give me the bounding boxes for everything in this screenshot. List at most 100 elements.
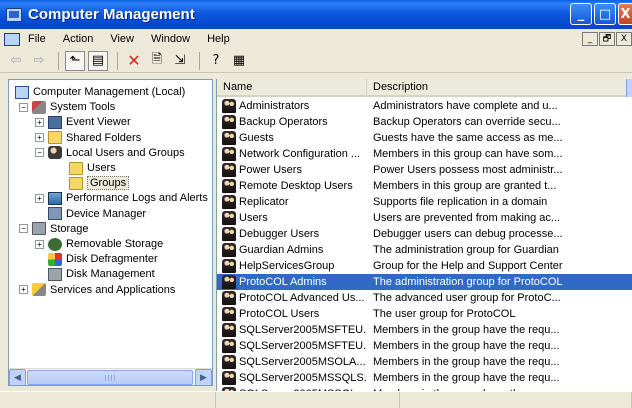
window-title: Computer Management [28,6,195,23]
delete-icon[interactable]: ✕ [124,51,144,71]
collapse-icon[interactable]: − [19,224,28,234]
column-header-description[interactable]: Description [367,79,627,95]
close-button[interactable]: X [618,3,632,25]
list-row[interactable]: SQLServer2005MSFTEU... Members in the gro… [217,322,632,338]
storage-icon [32,222,46,236]
tools-icon [32,100,46,114]
scroll-thumb[interactable] [27,370,193,385]
name-cell: Backup Operators [217,115,367,129]
toolbar: ⇦ ⇨ ⬑ ▤ ✕ 🗎 ⇲ ? ▦ [0,49,632,73]
name-cell: Users [217,211,367,225]
menu-action[interactable]: Action [63,33,94,45]
up-one-level-icon[interactable]: ⬑ [65,50,85,71]
group-icon [222,259,236,273]
list-row[interactable]: Remote Desktop Users Members in this grou… [217,178,632,194]
back-arrow-icon[interactable]: ⇦ [6,51,26,71]
name-cell: Guests [217,131,367,145]
group-icon [222,371,236,385]
group-icon [222,323,236,337]
group-description: Members in the group have the requ... [373,324,560,336]
list-row[interactable]: Users Users are prevented from making ac.… [217,210,632,226]
group-description: Users are prevented from making ac... [373,212,561,224]
menu-window[interactable]: Window [151,33,190,45]
window-controls: _ □ X [570,3,632,25]
list-row[interactable]: Replicator Supports file replication in a… [217,194,632,210]
minimize-button[interactable]: _ [570,3,592,25]
expand-icon[interactable]: + [35,193,44,203]
tree-item[interactable]: Users [69,160,116,176]
maximize-button[interactable]: □ [594,3,616,25]
group-icon [222,99,236,113]
menu-help[interactable]: Help [207,33,230,45]
name-cell: Administrators [217,99,367,113]
list-row[interactable]: SQLServer2005MSFTEU... Members in the gro… [217,338,632,354]
list-row[interactable]: Power Users Power Users possess most admi… [217,162,632,178]
list-row[interactable]: Backup Operators Backup Operators can ove… [217,114,632,130]
tree-item-label: Storage [50,222,89,235]
expand-icon[interactable]: + [19,285,28,295]
tree-item[interactable]: + Performance Logs and Alerts [35,190,208,206]
list-row[interactable]: Debugger Users Debugger users can debug p… [217,226,632,242]
export-list-icon[interactable]: ⇲ [170,51,190,71]
device-manager-icon [48,207,62,221]
group-description: The administration group for ProtoCOL [373,276,563,288]
name-cell: SQLServer2005MSOLA... [217,355,367,369]
properties-icon[interactable]: 🗎 [147,51,167,71]
group-description: Administrators have complete and u... [373,100,558,112]
list-row[interactable]: Guardian Admins The administration group … [217,242,632,258]
tree-item-label: Services and Applications [50,283,176,296]
child-minimize-button[interactable]: _ [582,32,598,46]
tree-item[interactable]: Device Manager [35,206,146,222]
list-row[interactable]: HelpServicesGroup Group for the Help and … [217,258,632,274]
new-window-icon[interactable]: ▦ [229,51,249,71]
list-row[interactable]: ProtoCOL Admins The administration group … [217,274,632,290]
group-description: Debugger users can debug processe... [373,228,563,240]
tree-item[interactable]: Groups [69,175,130,191]
tree-item[interactable]: + Services and Applications [19,282,175,298]
scroll-left-icon[interactable]: ◀ [9,369,26,385]
system-menu-icon[interactable] [4,32,20,46]
group-description: Group for the Help and Support Center [373,260,563,272]
tree-item[interactable]: + Event Viewer [35,114,131,130]
child-window-controls: _ 🗗 X [581,32,632,46]
child-restore-button[interactable]: 🗗 [599,32,615,46]
list-row[interactable]: ProtoCOL Users The user group for ProtoCO… [217,306,632,322]
name-cell: ProtoCOL Advanced Us... [217,291,367,305]
vertical-scrollbar[interactable] [626,79,632,97]
expand-icon[interactable]: + [35,117,44,127]
group-description: Guests have the same access as me... [373,132,563,144]
list-row[interactable]: ProtoCOL Advanced Us... The advanced user… [217,290,632,306]
group-description: Members in the group have the requ... [373,356,560,368]
list-row[interactable]: Network Configuration ... Members in this… [217,146,632,162]
tree-item[interactable]: + Shared Folders [35,130,141,146]
help-icon[interactable]: ? [206,51,226,71]
menu-file[interactable]: File [28,33,46,45]
tree-horizontal-scrollbar[interactable]: ◀ ▶ [9,368,212,385]
list-row[interactable]: Administrators Administrators have comple… [217,98,632,114]
show-hide-tree-icon[interactable]: ▤ [88,50,108,71]
expand-icon[interactable]: + [35,133,44,143]
menu-view[interactable]: View [110,33,134,45]
tree-item[interactable]: + Removable Storage [35,236,163,252]
list-row[interactable]: SQLServer2005MSSQLS... Members in the gro… [217,370,632,386]
tree-item[interactable]: Disk Management [35,266,155,282]
expand-icon[interactable]: + [35,239,44,249]
list-row[interactable]: SQLServer2005MSOLA... Members in the grou… [217,354,632,370]
tree-item[interactable]: Disk Defragmenter [35,251,158,267]
column-header-name[interactable]: Name [217,79,367,95]
collapse-icon[interactable]: − [19,102,28,112]
forward-arrow-icon[interactable]: ⇨ [29,51,49,71]
title-bar: Computer Management _ □ X [0,0,632,29]
tree-item[interactable]: − System Tools [19,99,115,115]
group-name: Debugger Users [239,228,320,240]
tree-item[interactable]: − Local Users and Groups [35,145,185,161]
name-cell: Guardian Admins [217,243,367,257]
details-pane: Name Description Administrators Administr… [216,79,632,391]
scroll-right-icon[interactable]: ▶ [195,369,212,385]
list-row[interactable]: Guests Guests have the same access as me.… [217,130,632,146]
child-close-button[interactable]: X [616,32,632,46]
tree-item[interactable]: − Storage [19,221,89,237]
collapse-icon[interactable]: − [35,148,44,158]
tree-item-label: Event Viewer [66,116,131,129]
tree-item[interactable]: Computer Management (Local) [15,84,185,100]
